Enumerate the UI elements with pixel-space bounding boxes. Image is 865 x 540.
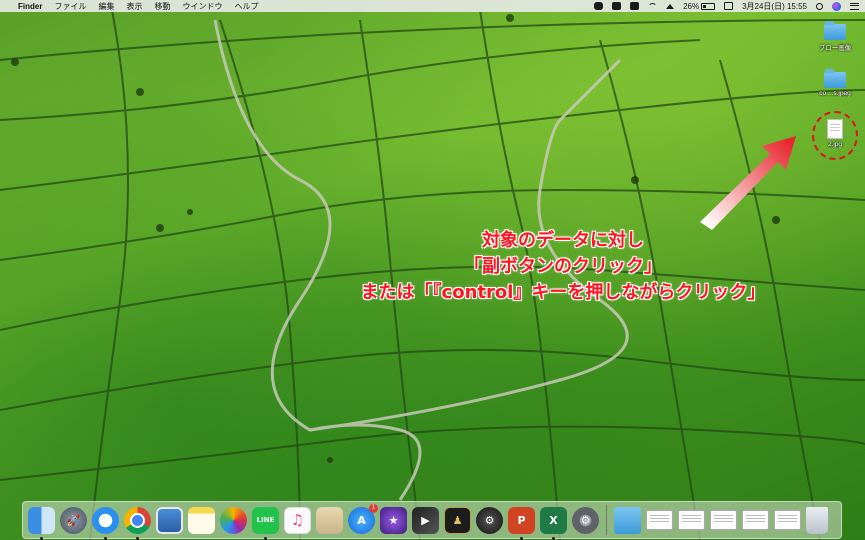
dock: 🚀 LINE ♫ A1 ★ ▶ ♟ ⚙ P X ⚙: [22, 501, 842, 540]
notification-badge: 1: [369, 503, 378, 513]
chrome-icon[interactable]: [124, 506, 151, 540]
figure-glyph: ♟: [452, 513, 463, 527]
folder-icon: [824, 69, 846, 88]
imovie-glyph: ★: [388, 513, 399, 527]
running-indicator: [136, 536, 139, 540]
preview-icon[interactable]: [156, 506, 183, 534]
menu-window[interactable]: ウインドウ: [182, 1, 222, 12]
running-indicator: [264, 536, 267, 540]
excel-icon[interactable]: X: [540, 506, 567, 540]
battery-icon: [701, 2, 716, 10]
running-indicator: [520, 536, 523, 540]
dropbox-status-icon[interactable]: [630, 2, 640, 10]
powerpoint-glyph: P: [517, 513, 526, 527]
spotlight-search-icon[interactable]: [816, 2, 823, 10]
highlight-circle: [812, 111, 858, 160]
photos-icon[interactable]: [220, 506, 247, 534]
annotation-line-3: または「『control』キーを押しながらクリック」: [360, 282, 766, 303]
menu-help[interactable]: ヘルプ: [234, 1, 258, 12]
document-thumbnail-icon[interactable]: [710, 510, 737, 530]
running-indicator: [40, 536, 43, 540]
desktop-icon-label: ブロー画像: [818, 45, 852, 52]
wifi-icon[interactable]: [648, 3, 658, 9]
siri-icon[interactable]: [832, 1, 841, 11]
final-cut-glyph: ▶: [421, 513, 430, 527]
folder-icon: [824, 21, 846, 40]
excel-glyph: X: [549, 513, 558, 527]
document-thumbnail-icon[interactable]: [646, 510, 673, 530]
powerpoint-icon[interactable]: P: [508, 506, 535, 540]
final-cut-icon[interactable]: ▶: [412, 506, 439, 534]
finder-status-icon[interactable]: [612, 2, 622, 10]
figure-app-icon[interactable]: ♟: [444, 506, 471, 534]
desktop-folder-blog-images[interactable]: ブロー画像: [810, 21, 860, 52]
menu-view[interactable]: 表示: [126, 1, 142, 12]
app-store-icon[interactable]: A1: [348, 503, 378, 534]
battery-percent: 26%: [683, 1, 700, 11]
music-icon[interactable]: ♫: [284, 506, 311, 534]
desktop-icon-label: co....s.jpeg: [819, 90, 851, 97]
line-icon[interactable]: LINE: [252, 506, 279, 540]
battery-indicator[interactable]: 26%: [683, 1, 716, 11]
instruction-annotation: 対象のデータに対し 「副ボタンのクリック」 または「『control』キーを押し…: [268, 228, 858, 306]
system-preferences-icon[interactable]: ⚙: [572, 506, 599, 534]
menu-edit[interactable]: 編集: [98, 1, 114, 12]
menu-app-name[interactable]: Finder: [18, 2, 42, 11]
document-thumbnail-icon[interactable]: [774, 510, 801, 530]
desktop-folder-co-s-jpeg[interactable]: co....s.jpeg: [810, 69, 860, 97]
downloads-folder-icon[interactable]: [614, 506, 641, 534]
running-indicator: [552, 536, 555, 540]
eject-icon[interactable]: [666, 3, 675, 9]
music-glyph: ♫: [290, 511, 305, 529]
finder-icon[interactable]: [28, 506, 55, 540]
dock-separator: [606, 505, 607, 535]
notes-icon[interactable]: [188, 506, 215, 534]
notification-center-icon[interactable]: [850, 2, 859, 10]
battery-fill: [703, 4, 707, 8]
line-status-icon[interactable]: [594, 2, 604, 10]
menu-file[interactable]: ファイル: [54, 1, 86, 12]
safari-icon[interactable]: [92, 506, 119, 540]
line-glyph: LINE: [256, 516, 275, 524]
menu-go[interactable]: 移動: [154, 1, 170, 12]
utility-glyph: ⚙: [484, 513, 495, 527]
menu-clock[interactable]: 3月24日(日) 15:55: [742, 1, 807, 12]
trash-icon[interactable]: [806, 506, 828, 534]
document-thumbnail-icon[interactable]: [678, 510, 705, 530]
input-source-icon[interactable]: [724, 2, 734, 10]
imovie-icon[interactable]: ★: [380, 506, 407, 534]
utility-icon[interactable]: ⚙: [476, 506, 503, 534]
document-thumbnail-icon[interactable]: [742, 510, 769, 530]
archive-icon[interactable]: [316, 506, 343, 534]
app-store-glyph: A: [357, 513, 366, 527]
launchpad-icon[interactable]: 🚀: [60, 506, 87, 534]
annotation-line-1: 対象のデータに対し: [482, 230, 644, 251]
annotation-line-2: 「副ボタンのクリック」: [464, 256, 662, 277]
menu-bar: Finder ファイル 編集 表示 移動 ウインドウ ヘルプ 26% 3月24日…: [0, 0, 865, 12]
system-preferences-glyph: ⚙: [580, 513, 591, 527]
launchpad-glyph: 🚀: [66, 513, 81, 527]
running-indicator: [104, 536, 107, 540]
